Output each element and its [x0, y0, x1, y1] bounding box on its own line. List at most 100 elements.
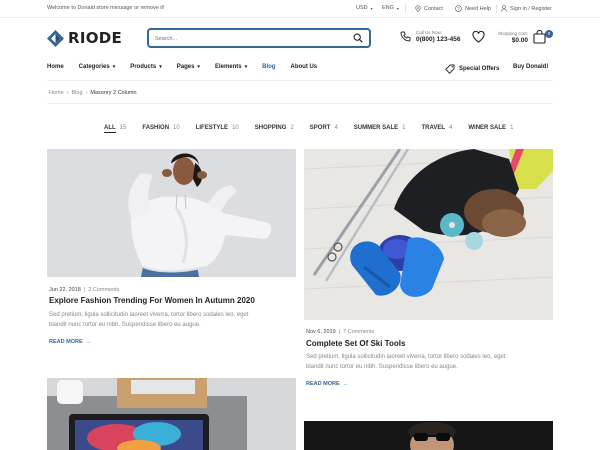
- post-excerpt-line: Sed pretium, ligula sollicitudin laoreet…: [49, 312, 249, 318]
- special-offers-label: Special Offers: [459, 66, 500, 72]
- filter-label: Travel: [421, 125, 446, 131]
- cart-total: $0.00: [511, 36, 529, 44]
- post-date: Nov 6, 2019: [306, 329, 336, 335]
- chevron-down-icon: ▾: [197, 64, 200, 70]
- signin-label: Sign in / Register: [510, 5, 552, 12]
- logo[interactable]: RIODE: [47, 29, 122, 47]
- search-box[interactable]: [147, 28, 371, 48]
- post-excerpt: Sed pretium, ligula sollicitudin laoreet…: [306, 352, 505, 372]
- filter-all[interactable]: All 15: [104, 125, 126, 133]
- contact-label: Contact: [424, 5, 443, 12]
- chevron-right-icon: ›: [85, 90, 88, 96]
- woman-photo-illustration: [47, 149, 296, 277]
- breadcrumb: Home › Blog › Masonry 2 Column: [49, 90, 137, 96]
- nav-categories[interactable]: Categories ▾: [79, 64, 116, 70]
- meta-separator: |: [83, 287, 86, 293]
- filter-label: Winer Sale: [468, 125, 507, 131]
- search-input[interactable]: [155, 33, 345, 44]
- call-us[interactable]: Call Us Now: 0(800) 123-456: [400, 30, 460, 43]
- arrow-right-icon: →: [85, 339, 92, 345]
- help-link[interactable]: ? Need Help: [455, 5, 491, 12]
- filter-count: 4: [449, 125, 453, 131]
- meta-separator: |: [338, 329, 341, 335]
- post-meta: Nov 6, 2019 | 7 Comments: [306, 329, 374, 335]
- tablet-photo-illustration: [47, 378, 296, 450]
- filter-sport[interactable]: Sport 4: [310, 125, 338, 133]
- nav-pages[interactable]: Pages ▾: [177, 64, 200, 70]
- svg-text:?: ?: [457, 6, 460, 11]
- breadcrumb-divider: [47, 103, 553, 104]
- filter-travel[interactable]: Travel 4: [421, 125, 452, 133]
- filter-label: Sport: [309, 125, 331, 131]
- post-title[interactable]: Explore Fashion Trending For Women In Au…: [49, 296, 255, 305]
- nav-label: Categories: [78, 64, 110, 70]
- nav-label: Products: [130, 64, 157, 70]
- filter-label: Lifestyle: [195, 125, 229, 131]
- help-icon: ?: [455, 5, 462, 12]
- nav-blog[interactable]: Blog: [262, 64, 275, 70]
- buy-donald-link[interactable]: Buy Donald!: [513, 64, 548, 70]
- chevron-down-icon: ▾: [112, 64, 116, 70]
- special-offers-link[interactable]: Special Offers: [445, 64, 499, 74]
- chevron-down-icon: ▾: [244, 64, 248, 70]
- nav-label: Home: [47, 64, 64, 70]
- language-select[interactable]: ENG ▾: [382, 5, 399, 11]
- post-image-ski[interactable]: [304, 149, 553, 320]
- contact-link[interactable]: Contact: [415, 5, 443, 12]
- shopping-bag-icon: [533, 30, 546, 44]
- logo-text: RIODE: [68, 29, 123, 47]
- main-nav: Home Categories ▾ Products ▾ Pages ▾ Elemen…: [47, 64, 332, 70]
- chevron-down-icon: ▾: [370, 5, 373, 11]
- post-comments[interactable]: 7 Comments: [343, 329, 374, 335]
- filter-winer-sale[interactable]: Winer Sale 1: [468, 125, 513, 133]
- shopping-cart[interactable]: Shopping Cart: $0.00: [498, 30, 546, 44]
- ski-gear-photo-illustration: [304, 149, 553, 320]
- breadcrumb-home[interactable]: Home: [49, 90, 64, 96]
- read-more-link[interactable]: READ MORE →: [306, 381, 348, 387]
- filter-count: 15: [119, 125, 127, 131]
- post-meta: Jun 22, 2018 | 2 Comments: [49, 287, 119, 293]
- post-date: Jun 22, 2018: [49, 287, 81, 293]
- post-image-tablet[interactable]: [47, 378, 296, 450]
- signin-link[interactable]: Sign in / Register: [501, 5, 552, 12]
- filter-lifestyle[interactable]: Lifestyle 10: [196, 125, 239, 133]
- call-number: 0(800) 123-456: [416, 36, 461, 43]
- chevron-down-icon: ▾: [396, 5, 399, 11]
- filter-count: 10: [232, 125, 239, 131]
- filter-count: 1: [510, 125, 514, 131]
- filter-summer-sale[interactable]: Summer Sale 1: [354, 125, 406, 133]
- breadcrumb-current: Masonry 2 Column: [90, 90, 137, 96]
- filter-count: 4: [334, 125, 338, 131]
- nav-label: Blog: [262, 64, 276, 70]
- currency-label: USD: [356, 5, 368, 11]
- category-filters: All 15 Fashion 10 Lifestyle 10 Shopping 2 Sp…: [104, 125, 529, 133]
- search-icon[interactable]: [353, 33, 363, 43]
- nav-label: Elements: [214, 64, 242, 70]
- welcome-message: Welcome to Donald store message or remov…: [47, 5, 165, 11]
- nav-home[interactable]: Home: [47, 64, 64, 70]
- breadcrumb-blog[interactable]: Blog: [72, 90, 83, 96]
- post-image-sunglasses[interactable]: [304, 421, 553, 450]
- filter-fashion[interactable]: Fashion 10: [142, 125, 179, 133]
- post-title[interactable]: Complete Set Of Ski Tools: [306, 339, 405, 348]
- post-excerpt: Sed pretium, ligula sollicitudin laoreet…: [49, 310, 248, 330]
- tag-icon: [445, 64, 455, 74]
- post-excerpt-line: blandit nunc tortor eu nibh. Suspendisse…: [306, 364, 458, 370]
- post-comments[interactable]: 2 Comments: [88, 287, 119, 293]
- chevron-right-icon: ›: [66, 90, 69, 96]
- phone-icon: [400, 31, 411, 42]
- nav-elements[interactable]: Elements ▾: [215, 64, 247, 70]
- top-bar: Welcome to Donald store message or remov…: [0, 0, 600, 18]
- read-more-link[interactable]: READ MORE →: [49, 339, 91, 345]
- nav-label: Pages: [176, 64, 195, 70]
- currency-select[interactable]: USD ▾: [356, 5, 373, 11]
- read-more-label: READ MORE: [49, 339, 83, 345]
- map-pin-icon: [415, 5, 421, 12]
- post-image-fashion[interactable]: [47, 149, 296, 277]
- nav-products[interactable]: Products ▾: [130, 64, 162, 70]
- language-label: ENG: [382, 5, 394, 11]
- filter-shopping[interactable]: Shopping 2: [255, 125, 294, 133]
- nav-about-us[interactable]: About Us: [290, 64, 317, 70]
- cart-count-badge: 0: [545, 30, 553, 38]
- wishlist-heart-icon[interactable]: [472, 31, 485, 43]
